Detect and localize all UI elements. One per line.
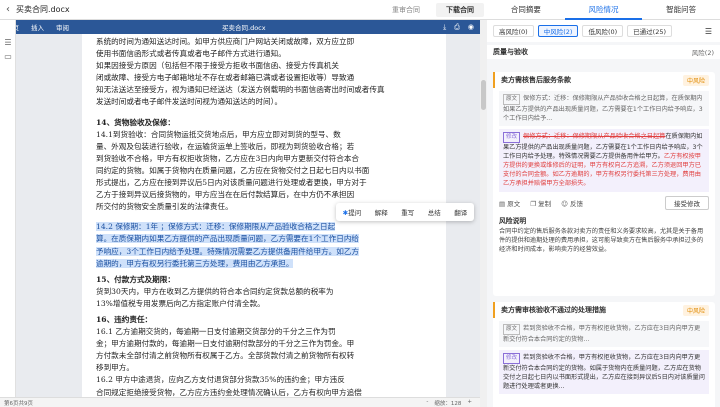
top-actions: 重审合同 下载合同 — [382, 3, 484, 17]
feedback-button[interactable]: ☺ 反馈 — [561, 198, 583, 208]
summarize-button[interactable]: 总结 — [428, 207, 441, 217]
doc-line: 金；甲方逾期付款的，每逾期一日支付逾期付款部分的千分之三作为罚金。甲 — [96, 338, 436, 350]
doc-line: 同约定的货物。如属于货物内在质量问题，乙方应在货物交付之日起七日内以书面 — [96, 165, 436, 177]
risk-explanation-title: 风险说明 — [499, 215, 709, 225]
doc-line: 如果因接受方原因（包括但不限于接受方拒收书面信函、接受方传真机关 — [96, 60, 436, 72]
floating-ai-toolbar: ✱提问 解释 重写 总结 翻译 — [336, 203, 474, 221]
tab-risk[interactable]: 风险情况 — [565, 0, 643, 20]
original-text-box: 原文若到货验收不合格，甲方有权拒收货物，乙方应在3日内向甲方更新交付符合本合同约… — [499, 321, 709, 347]
selected-line[interactable]: 逾期的，甲方有权另行委托第三方处理，费用由乙方承担。 — [96, 258, 436, 270]
document-toolbar: 主页 插入 审阅 买卖合同.docx ⤓ ⎙ ◉ — [0, 20, 480, 34]
document-scrollbar[interactable] — [480, 20, 487, 407]
filter-high-risk[interactable]: 高风险(0) — [493, 25, 534, 37]
risk-panel: 高风险(0) 中风险(2) 低风险(0) 已通过(25) ☰ 质量与验收 风险(… — [487, 20, 720, 407]
original-tag: 原文 — [503, 94, 520, 105]
doc-line: 闭或故障、接受方电子邮箱地址不存在或者邮箱已满或者设置拒收等）导致通 — [96, 72, 436, 84]
left-nav: ☰ ▭ — [0, 20, 16, 407]
document-title: 买卖合同.docx — [16, 4, 70, 15]
doc-line: 使用书面信函形式或者传真或者电子邮件方式进行通知。 — [96, 48, 436, 60]
top-bar: ‹ 买卖合同.docx 重审合同 下载合同 合同摘要 风险情况 智能问答 — [0, 0, 720, 20]
doc-line: 方付款未全部付清之前货物所有权属于乙方。全部货款付清之前货物所有权转 — [96, 350, 436, 362]
selected-line[interactable]: 算。在质保期内如果乙方提供的产品出现质量问题，乙方需要在1个工作日内给 — [96, 233, 436, 245]
section-14-title: 14、货物验收及保修： — [96, 117, 436, 129]
accept-revision-button[interactable]: 接受修改 — [665, 196, 709, 210]
copy-button[interactable]: ❐ 复制 — [530, 198, 551, 208]
doc-line: 移到甲方。 — [96, 362, 436, 374]
toolbar-review[interactable]: 审阅 — [50, 22, 75, 32]
filter-medium-risk[interactable]: 中风险(2) — [538, 25, 579, 37]
doc-line: 16.1 乙方逾期交货的，每逾期一日支付逾期交货部分的千分之三作为罚 — [96, 326, 436, 338]
risk-card-header[interactable]: 卖方需审核验收不通过的处理措施 中风险 — [493, 302, 715, 318]
status-bar: 第6页共9页 - 缩放：128 + — [0, 397, 480, 407]
doc-line: 16.2 甲方中途退货，应向乙方支付退货部分货款35%的违约金；甲方违反 — [96, 374, 436, 386]
doc-line: 量、外观及包装进行验收，在运输货运单上签收后，即视为到货验收合格；若 — [96, 141, 436, 153]
category-count: 风险(2) — [692, 47, 714, 57]
selected-line[interactable]: 予响应，3个工作日内给予处理。特殊情况需要乙方提供备用件给甲方。如乙方 — [96, 246, 436, 258]
zoom-out-button[interactable]: - — [426, 399, 428, 407]
risk-card-header[interactable]: 卖方需核售后服务条款 中风险 — [493, 72, 715, 88]
doc-line: 13%增值税专用发票后向乙方指定账户付清全款。 — [96, 298, 436, 310]
risk-card: 卖方需审核验收不通过的处理措施 中风险 原文若到货验收不合格，甲方有权拒收货物，… — [493, 302, 715, 407]
section-16-title: 16、违约责任： — [96, 314, 436, 326]
risk-level-badge: 中风险 — [683, 75, 709, 86]
filter-low-risk[interactable]: 低风险(0) — [582, 25, 623, 37]
suggested-revision-box: 修改保修方式：迁移：保修期限从产品验收合格之日起算在质保期内如果乙方提供的产品出… — [499, 129, 709, 192]
original-text: 保修方式：迁移：保修期限从产品验收合格之日起算，在质保期内如果乙方提供的产品出现… — [503, 95, 703, 122]
revision-tag: 修改 — [503, 353, 520, 364]
rewrite-button[interactable]: 重写 — [401, 207, 414, 217]
category-label: 质量与验收 — [493, 47, 528, 57]
zoom-level: 缩放：128 — [434, 399, 461, 407]
tab-qa[interactable]: 智能问答 — [642, 0, 720, 20]
rereview-button[interactable]: 重审合同 — [382, 3, 430, 17]
deleted-text: 保修方式：迁移：保修期限从产品验收合格之日起算 — [523, 133, 665, 140]
risk-level-badge: 中风险 — [683, 305, 709, 316]
risk-card-title: 卖方需核售后服务条款 — [501, 75, 571, 85]
card-actions: ▤ 原文 ❐ 复制 ☺ 反馈 接受修改 — [493, 195, 715, 211]
risk-filter-bar: 高风险(0) 中风险(2) 低风险(0) 已通过(25) ☰ — [487, 20, 720, 42]
ask-button[interactable]: ✱提问 — [343, 207, 361, 217]
filter-menu-icon[interactable]: ☰ — [705, 27, 712, 36]
back-arrow-icon[interactable]: ‹ — [0, 4, 16, 15]
tab-summary[interactable]: 合同摘要 — [487, 0, 565, 20]
risk-card: 卖方需核售后服务条款 中风险 原文保修方式：迁移：保修期限从产品验收合格之日起算… — [493, 72, 715, 296]
doc-line: 乙方于接到异议后接货物的，甲方应当在在后付款结算后，在中方仍不承担因 — [96, 189, 436, 201]
toolbar-icons: ⤓ ⎙ ◉ — [443, 23, 474, 32]
selected-line[interactable]: 14.2 保修期：1年 ；保修方式：迁移：保修期限从产品验收合格之日起 — [96, 221, 436, 233]
translate-button[interactable]: 翻译 — [454, 207, 467, 217]
doc-line: 系统的时间为通知送达时间。如甲方供应商门户网站关闭或故障，双方应立即 — [96, 36, 436, 48]
doc-line: 到货验收不合格，甲方有权拒收货物，乙方应在3日内向甲方更新交付符合本合 — [96, 153, 436, 165]
download-icon[interactable]: ⤓ — [443, 23, 446, 32]
suggested-revision-box: 修改若到货验收不合格，甲方有权拒收货物，乙方应在3日内向甲方更新交付符合本合同约… — [499, 350, 709, 394]
download-button[interactable]: 下载合同 — [436, 3, 484, 17]
section-15-title: 15、付款方式及期限： — [96, 274, 436, 286]
original-tag: 原文 — [503, 324, 520, 335]
doc-line: 合同规定拒绝接受货物，乙方应方违约金处理情况确认后，乙方有权向甲方追偿 — [96, 387, 436, 397]
zoom-in-button[interactable]: + — [467, 399, 472, 407]
print-icon[interactable]: ⎙ — [454, 23, 460, 32]
scroll-thumb[interactable] — [481, 80, 486, 110]
doc-line: 14.1到货验收：合同货物运抵交货地点后，甲方应立即对到货的型号、数 — [96, 129, 436, 141]
doc-line: 知无法送达至接受方，视为通知已经送达（发送方例载明的书面信函寄出时间或者传真 — [96, 84, 436, 96]
original-text: 若到货验收不合格，甲方有权拒收货物，乙方应在3日内向甲方更新交付符合本合同约定的… — [503, 325, 700, 343]
risk-explanation: 合同中约定的售后服务条款对卖方的责任和义务要求较高，尤其是关于备用件的提供和逾期… — [499, 227, 709, 255]
revision-text: 若到货验收不合格，甲方有权拒收货物，乙方应在3日内向甲方更新交付符合本合同约定的… — [503, 354, 705, 390]
revision-tag: 修改 — [503, 132, 520, 143]
filter-passed[interactable]: 已通过(25) — [627, 25, 672, 37]
toolbar-insert[interactable]: 插入 — [25, 22, 50, 32]
right-tabs: 合同摘要 风险情况 智能问答 — [487, 0, 720, 20]
category-header[interactable]: 质量与验收 风险(2) — [487, 45, 720, 59]
doc-line: 货到30天内，甲方在收到乙方提供的符合本合同约定货款总额的税率为 — [96, 286, 436, 298]
user-icon[interactable]: ◉ — [468, 23, 474, 32]
explain-button[interactable]: 解释 — [375, 207, 388, 217]
comment-icon[interactable]: ▭ — [0, 50, 16, 64]
original-text-box: 原文保修方式：迁移：保修期限从产品验收合格之日起算，在质保期内如果乙方提供的产品… — [499, 91, 709, 126]
page-indicator: 第6页共9页 — [0, 399, 33, 407]
toolbar-doc-title: 买卖合同.docx — [222, 22, 266, 32]
view-original-button[interactable]: ▤ 原文 — [499, 198, 520, 208]
doc-line: 形式提出，乙方应在接到异议后5日内对该质量问题进行处理或者更换，甲方对于 — [96, 177, 436, 189]
risk-card-title: 卖方需审核验收不通过的处理措施 — [501, 305, 606, 315]
zoom-controls: - 缩放：128 + — [426, 399, 472, 407]
outline-icon[interactable]: ☰ — [0, 36, 16, 50]
doc-line: 发送时间或者电子邮件发送时间视为通知送达的时间）。 — [96, 96, 436, 108]
